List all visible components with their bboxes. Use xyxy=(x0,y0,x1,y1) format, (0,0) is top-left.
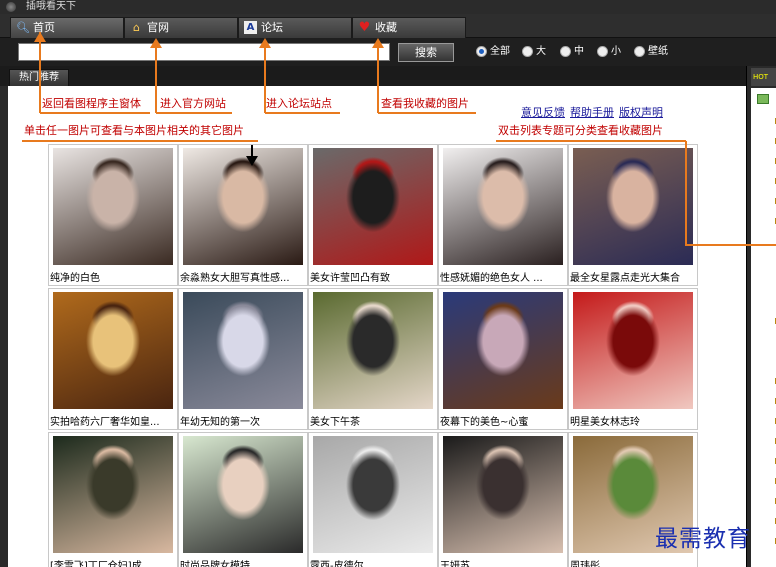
arrow-head xyxy=(259,38,271,48)
annotation-arrows xyxy=(22,32,776,246)
arrow-head xyxy=(34,32,46,42)
arrow-dblclick xyxy=(685,141,776,246)
watermark: 最需教育 xyxy=(655,526,751,552)
arrow-head xyxy=(372,38,384,48)
arrow-head xyxy=(246,156,258,166)
arrow-head xyxy=(150,38,162,48)
